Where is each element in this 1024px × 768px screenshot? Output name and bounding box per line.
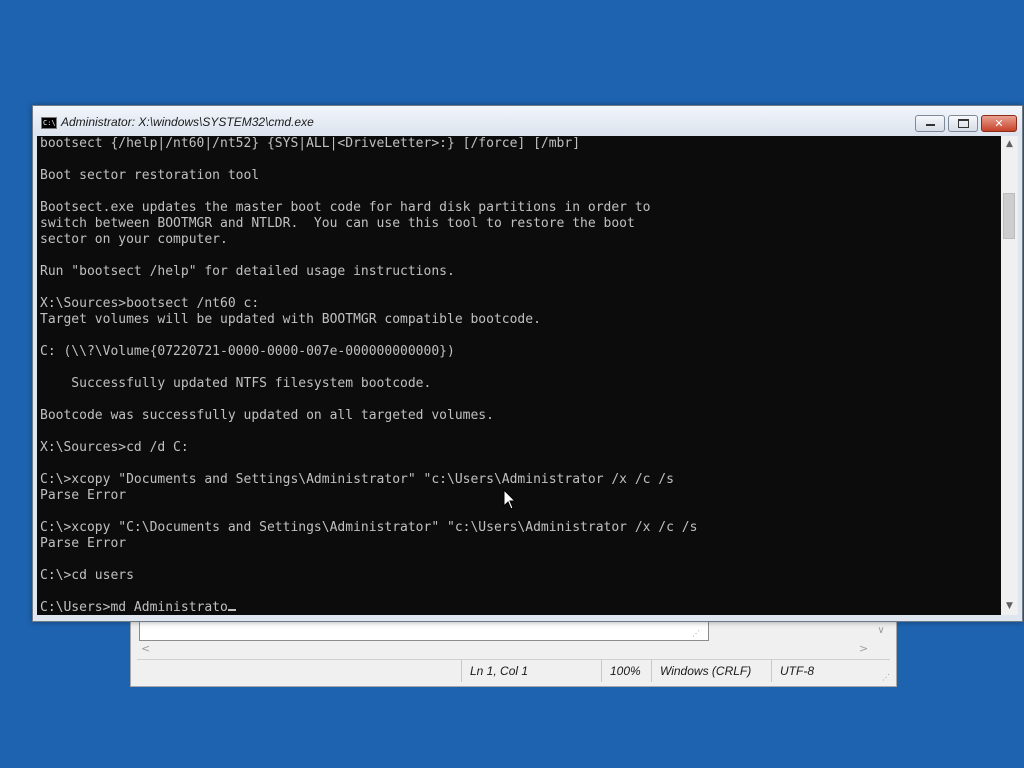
console-line: C:\>xcopy "C:\Documents and Settings\Adm… bbox=[40, 520, 698, 535]
console-line: sector on your computer. bbox=[40, 232, 228, 247]
vertical-scrollbar[interactable]: ▲ ▼ bbox=[1001, 136, 1018, 615]
chevron-right-icon[interactable]: > bbox=[859, 641, 868, 657]
resize-grip-icon: ⋰ bbox=[692, 629, 700, 638]
close-icon: ✕ bbox=[994, 117, 1004, 130]
maximize-button[interactable] bbox=[948, 115, 978, 132]
console-line: Boot sector restoration tool bbox=[40, 168, 260, 183]
close-button[interactable]: ✕ bbox=[981, 115, 1017, 132]
title-bar[interactable]: C:\ Administrator: X:\windows\SYSTEM32\c… bbox=[33, 106, 1022, 136]
console-line: C: (\\?\Volume{07220721-0000-0000-007e-0… bbox=[40, 344, 455, 359]
console-line: Successfully updated NTFS filesystem boo… bbox=[40, 376, 432, 391]
status-line-endings: Windows (CRLF) bbox=[651, 660, 771, 682]
maximize-icon bbox=[957, 118, 969, 128]
console-line: Bootcode was successfully updated on all… bbox=[40, 408, 494, 423]
status-position: Ln 1, Col 1 bbox=[461, 660, 601, 682]
chevron-down-icon[interactable]: ▼ bbox=[1001, 598, 1018, 615]
resize-grip-icon[interactable]: ⋰ bbox=[882, 673, 890, 682]
console-line: X:\Sources>bootsect /nt60 c: bbox=[40, 296, 260, 311]
console-text: bootsect {/help|/nt60|/nt52} {SYS|ALL|<D… bbox=[40, 136, 697, 615]
cmd-window[interactable]: C:\ Administrator: X:\windows\SYSTEM32\c… bbox=[32, 105, 1023, 622]
console-line: C:\>cd users bbox=[40, 568, 134, 583]
console-output[interactable]: bootsect {/help|/nt60|/nt52} {SYS|ALL|<D… bbox=[37, 136, 1001, 615]
chevron-left-icon[interactable]: < bbox=[141, 641, 150, 657]
chevron-up-icon[interactable]: ▲ bbox=[1001, 136, 1018, 153]
status-zoom: 100% bbox=[601, 660, 651, 682]
chevron-down-icon[interactable]: ∨ bbox=[871, 621, 891, 641]
console-line: Run "bootsect /help" for detailed usage … bbox=[40, 264, 455, 279]
console-line: bootsect {/help|/nt60|/nt52} {SYS|ALL|<D… bbox=[40, 136, 581, 151]
minimize-icon bbox=[925, 123, 935, 126]
console-line: C:\>xcopy "Documents and Settings\Admini… bbox=[40, 472, 674, 487]
console-line: C:\Users>md Administrato bbox=[40, 600, 228, 615]
notepad-horizontal-scrollbar[interactable]: < > bbox=[137, 641, 877, 657]
text-cursor bbox=[227, 609, 236, 611]
minimize-button[interactable] bbox=[915, 115, 945, 132]
console-line: Parse Error bbox=[40, 536, 127, 551]
notepad-text-area[interactable]: ⋰ bbox=[139, 619, 709, 641]
console-line: Parse Error bbox=[40, 488, 127, 503]
cmd-icon: C:\ bbox=[41, 117, 57, 129]
console-line: Bootsect.exe updates the master boot cod… bbox=[40, 200, 651, 215]
desktop: ⋰ ∨ < > Ln 1, Col 1 100% Windows (CRLF) … bbox=[0, 0, 1024, 768]
window-title: Administrator: X:\windows\SYSTEM32\cmd.e… bbox=[61, 115, 314, 129]
console-line: Target volumes will be updated with BOOT… bbox=[40, 312, 541, 327]
console-line: X:\Sources>cd /d C: bbox=[40, 440, 189, 455]
console-line: switch between BOOTMGR and NTLDR. You ca… bbox=[40, 216, 635, 231]
mouse-pointer-icon bbox=[503, 489, 517, 510]
notepad-status-bar: Ln 1, Col 1 100% Windows (CRLF) UTF-8 ⋰ bbox=[137, 659, 890, 682]
scrollbar-thumb[interactable] bbox=[1003, 193, 1015, 239]
status-encoding: UTF-8 bbox=[771, 660, 871, 682]
